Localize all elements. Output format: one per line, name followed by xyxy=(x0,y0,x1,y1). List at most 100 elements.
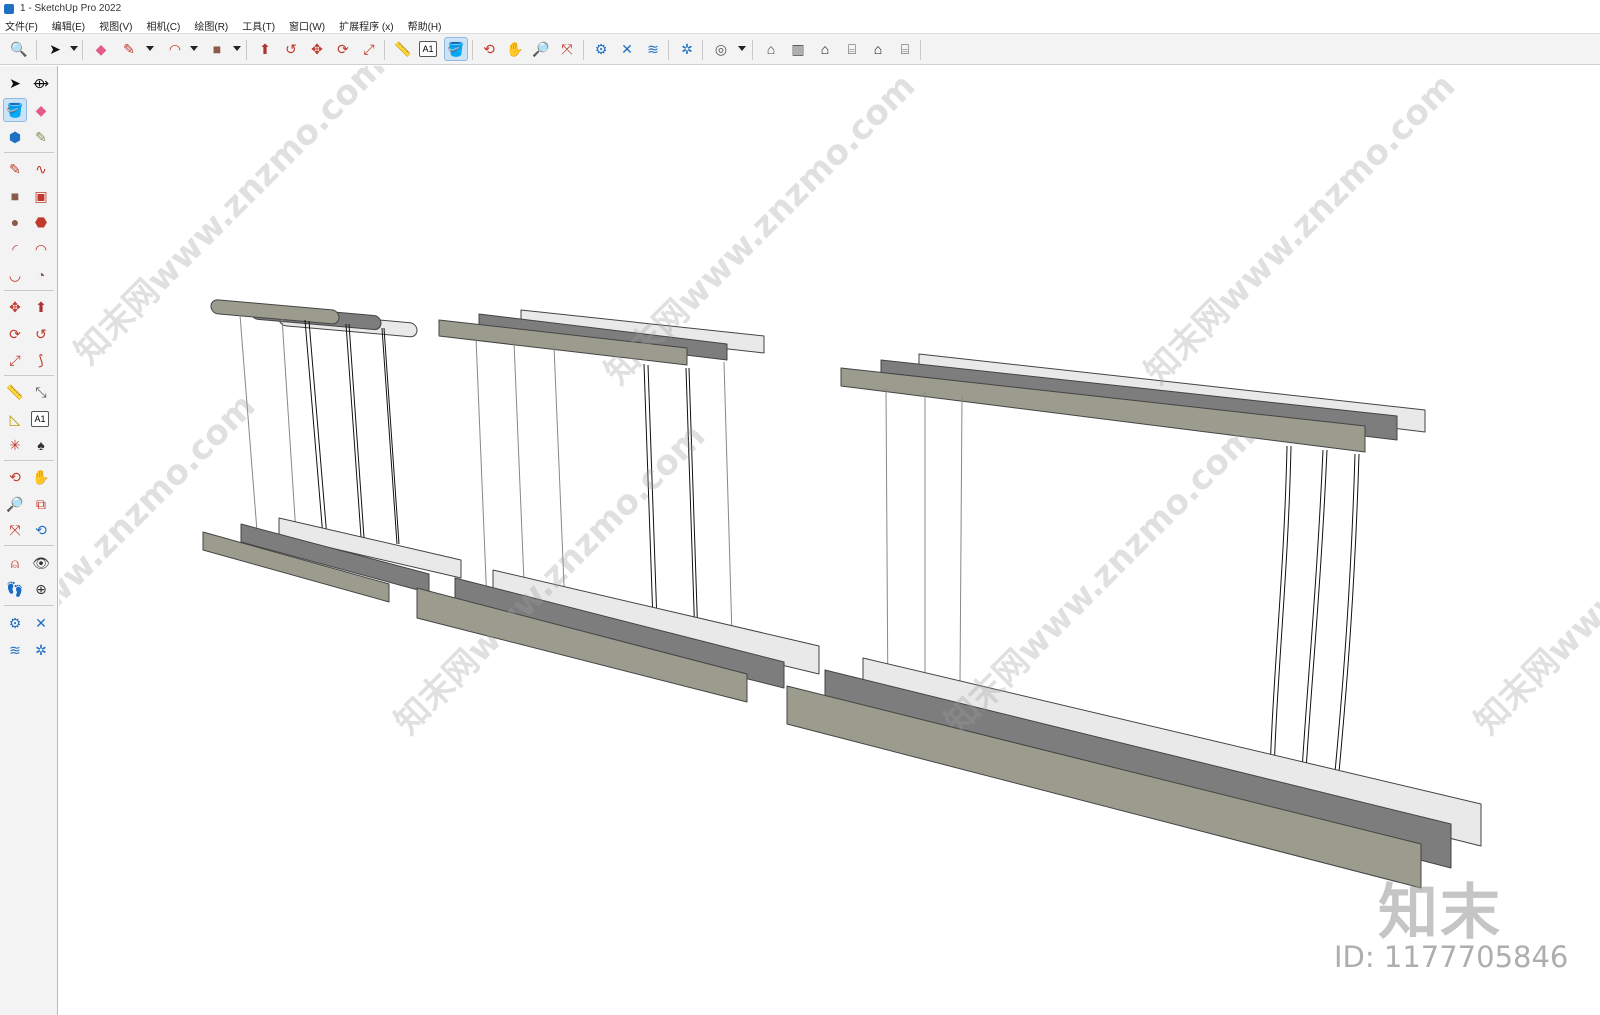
tag-tool-icon[interactable]: ✎ xyxy=(30,126,52,148)
three-point-arc-icon[interactable]: ◡ xyxy=(4,264,26,286)
menu-file[interactable]: 文件(F) xyxy=(5,18,38,33)
select-tool-icon[interactable]: ➤ xyxy=(4,72,26,94)
polygon-tool-icon[interactable]: ⬣ xyxy=(30,211,52,233)
3d-text-tool-icon[interactable]: ♠ xyxy=(30,434,52,456)
section-plane-icon[interactable]: ⊕ xyxy=(30,578,52,600)
freehand-tool-icon[interactable]: ∿ xyxy=(30,158,52,180)
left-view-icon[interactable]: ⌸ xyxy=(894,38,916,60)
text-tool-icon[interactable]: A1 xyxy=(419,41,437,57)
menu-window[interactable]: 窗口(W) xyxy=(289,18,325,33)
move-tool-icon[interactable]: ✥ xyxy=(306,38,328,60)
site-watermark-text: 知末网www.znzmo.com xyxy=(1467,416,1600,742)
rotated-rectangle-icon[interactable]: ▣ xyxy=(30,185,52,207)
select-tool-icon[interactable]: ➤ xyxy=(44,38,66,60)
rotate-tool-icon[interactable]: ⟳ xyxy=(4,323,26,345)
menu-draw[interactable]: 绘图(R) xyxy=(194,18,228,33)
top-view-icon[interactable]: ▥ xyxy=(787,38,809,60)
axes-tool-icon[interactable]: ✳ xyxy=(4,434,26,456)
extension-manager-icon[interactable]: ✲ xyxy=(676,38,698,60)
toolbar-separator xyxy=(4,605,54,606)
modeling-viewport[interactable]: 知末网www.znzmo.com 知末网www.znzmo.com 知末网www… xyxy=(59,66,1600,1015)
window-title: 1 - SketchUp Pro 2022 xyxy=(20,3,122,14)
rectangle-tool-icon[interactable]: ■ xyxy=(206,38,228,60)
menu-help[interactable]: 帮助(H) xyxy=(408,18,442,33)
pie-tool-icon[interactable]: ◔ xyxy=(30,264,52,286)
toolbar-separator xyxy=(4,290,54,291)
site-watermark-text: 知末网www.znzmo.com xyxy=(937,416,1263,742)
eraser-tool-icon[interactable]: ◆ xyxy=(90,38,112,60)
zoom-search-icon[interactable]: 🔍 xyxy=(8,38,30,60)
account-dropdown-icon[interactable] xyxy=(738,46,746,51)
select-dropdown-icon[interactable] xyxy=(70,46,78,51)
lasso-select-icon[interactable]: ⟴ xyxy=(30,72,52,94)
zoom-extents-tool-icon[interactable]: ⤧ xyxy=(4,519,26,541)
pencil-line-tool-icon[interactable]: ✎ xyxy=(118,38,140,60)
make-component-icon[interactable]: ⬢ xyxy=(4,126,26,148)
extension-manager-icon[interactable]: ✲ xyxy=(30,639,52,661)
scale-tool-icon[interactable]: ⤢ xyxy=(358,38,380,60)
back-view-icon[interactable]: ⌂ xyxy=(867,38,889,60)
rectangle-tool-icon[interactable]: ■ xyxy=(4,185,26,207)
zoom-extents-tool-icon[interactable]: ⤧ xyxy=(556,38,578,60)
extension-warehouse-icon[interactable]: ✕ xyxy=(30,612,52,634)
account-icon[interactable]: ◎ xyxy=(710,38,732,60)
layout-icon[interactable]: ≋ xyxy=(4,639,26,661)
tape-measure-tool-icon[interactable]: 📏 xyxy=(392,38,414,60)
position-camera-icon[interactable]: ⍝ xyxy=(4,552,26,574)
menu-tools[interactable]: 工具(T) xyxy=(242,18,275,33)
arc-tool-icon[interactable]: ◜ xyxy=(4,238,26,260)
menu-camera[interactable]: 相机(C) xyxy=(146,18,180,33)
toolbar-separator xyxy=(4,152,54,153)
3d-warehouse-icon[interactable]: ⚙ xyxy=(590,38,612,60)
paint-bucket-tool-icon[interactable]: 🪣 xyxy=(3,98,27,122)
push-pull-tool-icon[interactable]: ⬆ xyxy=(30,296,52,318)
follow-me-tool-icon[interactable]: ↺ xyxy=(30,323,52,345)
zoom-tool-icon[interactable]: 🔎 xyxy=(530,38,552,60)
layout-icon[interactable]: ≋ xyxy=(642,38,664,60)
walk-footprints-icon[interactable]: 👣 xyxy=(4,578,26,600)
menu-edit[interactable]: 编辑(E) xyxy=(52,18,85,33)
paint-bucket-tool-icon[interactable]: 🪣 xyxy=(444,37,468,61)
toolbar-separator xyxy=(246,40,247,60)
orbit-tool-icon[interactable]: ⟲ xyxy=(478,38,500,60)
pan-tool-icon[interactable]: ✋ xyxy=(504,38,526,60)
tape-measure-tool-icon[interactable]: 📏 xyxy=(4,381,26,403)
move-tool-icon[interactable]: ✥ xyxy=(4,296,26,318)
shape-dropdown-icon[interactable] xyxy=(233,46,241,51)
offset-tool-icon[interactable]: ⟆ xyxy=(30,349,52,371)
arc-dropdown-icon[interactable] xyxy=(190,46,198,51)
toolbar-separator xyxy=(4,375,54,376)
toolbar-separator xyxy=(702,40,703,60)
line-tool-icon[interactable]: ✎ xyxy=(4,158,26,180)
large-tool-set: ➤ ⟴ 🪣 ◆ ⬢ ✎ ✎ ∿ ■ ▣ ● ⬣ ◜ ◠ ◡ ◔ ✥ ⬆ ⟳ ↺ … xyxy=(0,66,58,1015)
pan-tool-icon[interactable]: ✋ xyxy=(30,466,52,488)
front-view-icon[interactable]: ⌂ xyxy=(814,38,836,60)
two-point-arc-icon[interactable]: ◠ xyxy=(30,238,52,260)
iso-view-icon[interactable]: ⌂ xyxy=(760,38,782,60)
zoom-tool-icon[interactable]: 🔎 xyxy=(4,493,26,515)
3d-warehouse-icon[interactable]: ⚙ xyxy=(4,612,26,634)
circle-tool-icon[interactable]: ● xyxy=(4,211,26,233)
toolbar-separator xyxy=(36,40,37,60)
dimension-tool-icon[interactable]: ⤡ xyxy=(30,381,52,403)
menu-extensions[interactable]: 扩展程序 (x) xyxy=(339,18,393,33)
orbit-tool-icon[interactable]: ⟲ xyxy=(4,466,26,488)
menu-bar: 文件(F) 编辑(E) 视图(V) 相机(C) 绘图(R) 工具(T) 窗口(W… xyxy=(0,17,1600,33)
follow-me-tool-icon[interactable]: ↺ xyxy=(280,38,302,60)
right-view-icon[interactable]: ⌸ xyxy=(841,38,863,60)
zoom-window-icon[interactable]: ⧉ xyxy=(30,493,52,515)
push-pull-tool-icon[interactable]: ⬆ xyxy=(254,38,276,60)
scale-tool-icon[interactable]: ⤢ xyxy=(4,349,26,371)
rotate-tool-icon[interactable]: ⟳ xyxy=(332,38,354,60)
previous-view-icon[interactable]: ⟲ xyxy=(30,519,52,541)
arc-tool-icon[interactable]: ◠ xyxy=(164,38,186,60)
text-tool-icon[interactable]: A1 xyxy=(31,411,49,427)
look-around-eye-icon[interactable]: 👁 xyxy=(30,552,52,574)
extension-warehouse-icon[interactable]: ✕ xyxy=(616,38,638,60)
toolbar-separator xyxy=(668,40,669,60)
eraser-tool-icon[interactable]: ◆ xyxy=(30,99,52,121)
protractor-tool-icon[interactable]: ◺ xyxy=(4,408,26,430)
menu-view[interactable]: 视图(V) xyxy=(99,18,132,33)
line-dropdown-icon[interactable] xyxy=(146,46,154,51)
pendant-light-model-3 xyxy=(786,353,1482,889)
